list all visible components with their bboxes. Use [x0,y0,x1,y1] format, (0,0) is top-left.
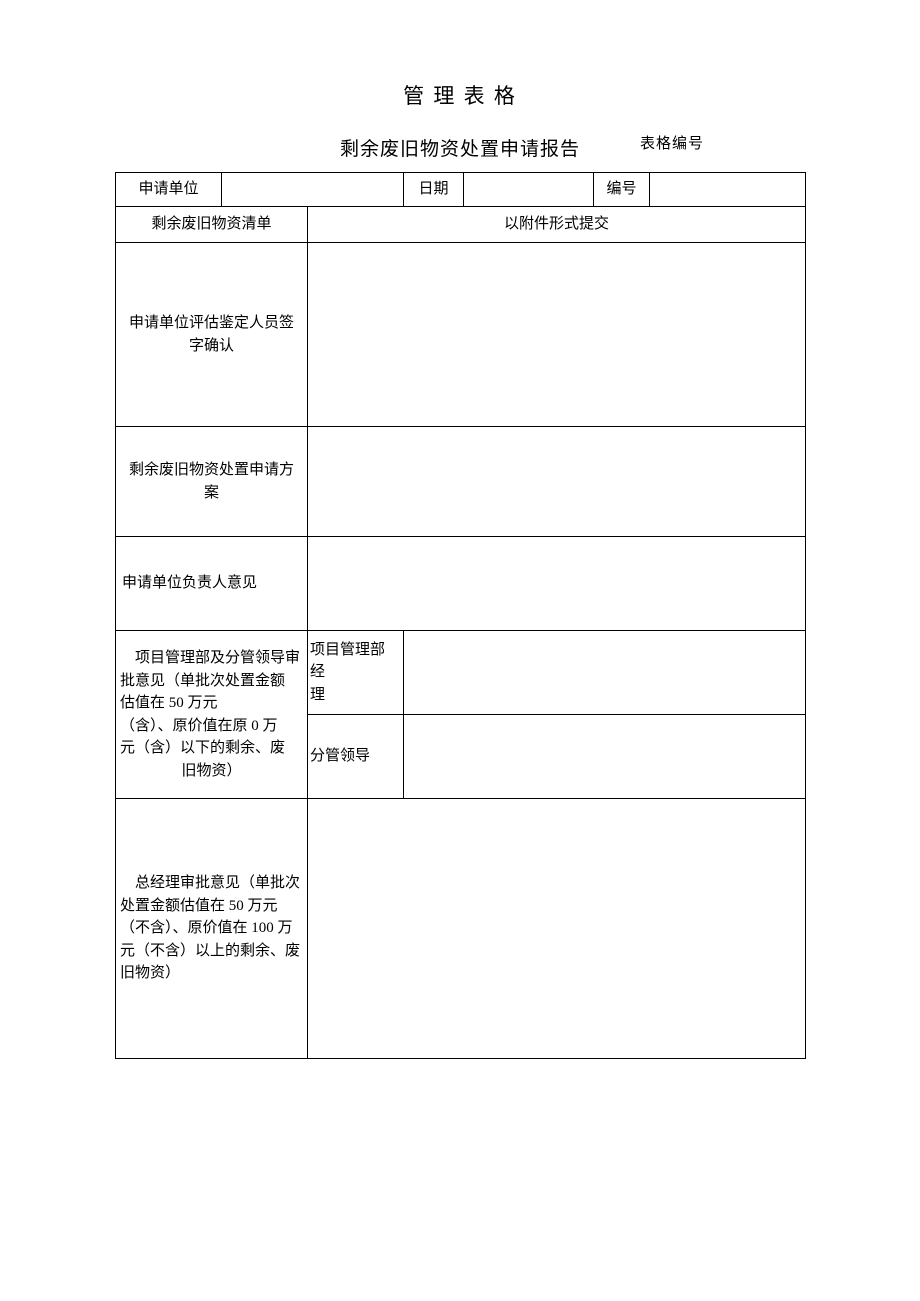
label-date: 日期 [404,173,464,207]
table-row: 申请单位负责人意见 [116,537,806,631]
label-no: 编号 [594,173,650,207]
value-supervisor[interactable] [404,715,806,799]
form-table: 申请单位 日期 编号 剩余废旧物资清单 以附件形式提交 申请单位评估鉴定人员签 … [115,172,806,1059]
subtitle-row: 剩余废旧物资处置申请报告 表格编号 [115,130,805,166]
label-apply-unit: 申请单位 [116,173,222,207]
table-row: 剩余废旧物资清单 以附件形式提交 [116,207,806,243]
value-date[interactable] [464,173,594,207]
table-row: 申请单位评估鉴定人员签 字确认 [116,243,806,427]
table-row: 申请单位 日期 编号 [116,173,806,207]
label-gm-approval: 总经理审批意见（单批次 处置金额估值在 50 万元 （不含）、原价值在 100 … [116,799,308,1059]
label-supervisor: 分管领导 [308,715,404,799]
value-evaluator-signature[interactable] [308,243,806,427]
value-unit-leader-opinion[interactable] [308,537,806,631]
value-disposal-plan[interactable] [308,427,806,537]
value-apply-unit[interactable] [222,173,404,207]
label-project-manager: 项目管理部经 理 [308,631,404,715]
label-evaluator-signature: 申请单位评估鉴定人员签 字确认 [116,243,308,427]
value-no[interactable] [650,173,806,207]
main-title: 管 理 表 格 [115,80,805,110]
document-page: 管 理 表 格 剩余废旧物资处置申请报告 表格编号 申请单位 日期 编号 剩余废… [0,0,920,1059]
form-number-label: 表格编号 [640,132,704,153]
label-unit-leader-opinion: 申请单位负责人意见 [116,537,308,631]
label-inventory: 剩余废旧物资清单 [116,207,308,243]
table-row: 剩余废旧物资处置申请方 案 [116,427,806,537]
table-row: 项目管理部及分管领导审 批意见（单批次处置金额 估值在 50 万元 （含）、原价… [116,631,806,715]
label-disposal-plan: 剩余废旧物资处置申请方 案 [116,427,308,537]
value-gm-approval[interactable] [308,799,806,1059]
table-row: 总经理审批意见（单批次 处置金额估值在 50 万元 （不含）、原价值在 100 … [116,799,806,1059]
label-project-mgmt-approval: 项目管理部及分管领导审 批意见（单批次处置金额 估值在 50 万元 （含）、原价… [116,631,308,799]
value-attachment: 以附件形式提交 [308,207,806,243]
value-project-manager[interactable] [404,631,806,715]
